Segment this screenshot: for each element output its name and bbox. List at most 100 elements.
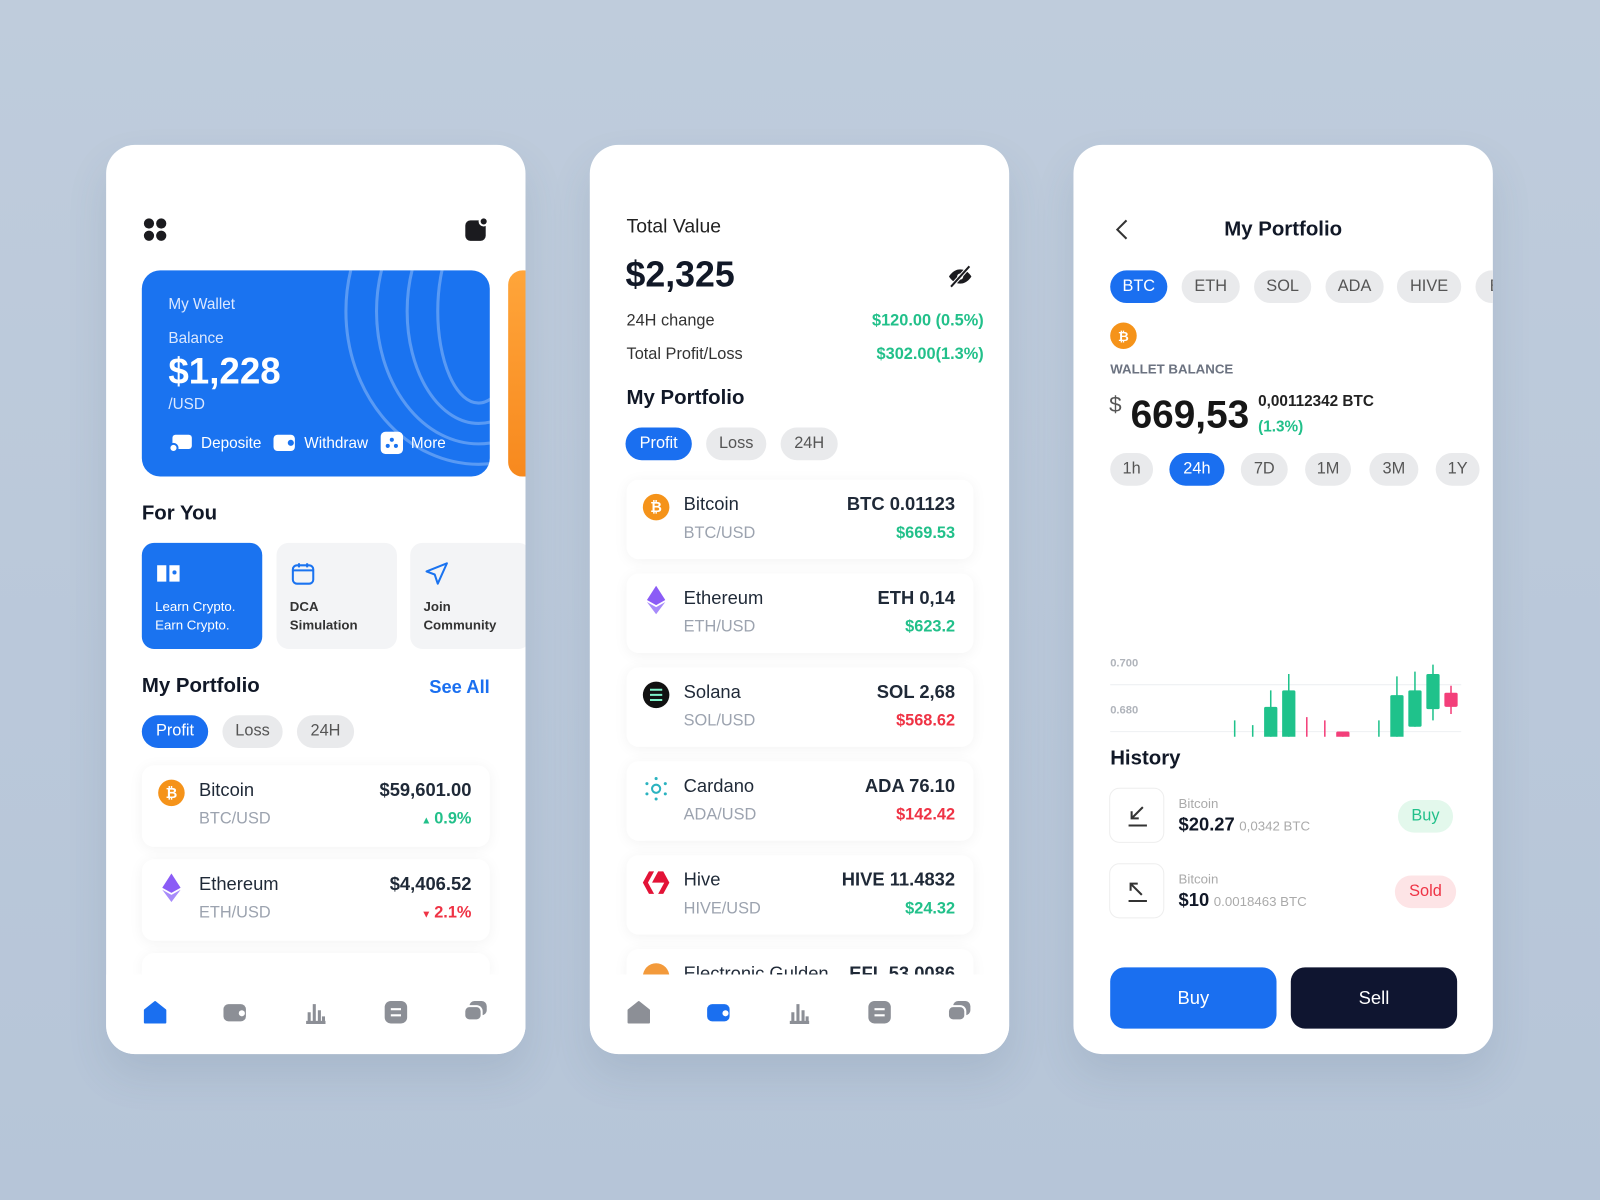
coin-tab-more[interactable]: E xyxy=(1475,270,1493,304)
coin-pair: SOL/USD xyxy=(683,712,756,730)
see-all-link[interactable]: See All xyxy=(429,677,490,698)
history-sold-icon-box xyxy=(1109,863,1165,919)
home-icon[interactable] xyxy=(627,1000,651,1024)
sell-button[interactable]: Sell xyxy=(1290,967,1458,1029)
coin-name: Solana xyxy=(683,681,741,703)
currency-label: /USD xyxy=(168,395,205,414)
chart-icon[interactable] xyxy=(787,1000,811,1024)
notification-icon[interactable] xyxy=(464,217,489,241)
wallet-icon[interactable] xyxy=(706,1000,730,1024)
coin-name: Ethereum xyxy=(198,873,279,894)
tile-join-community[interactable]: Join Community xyxy=(410,542,526,649)
tile-learn-crypto[interactable]: Learn Crypto. Earn Crypto. xyxy=(141,542,263,649)
coin-price: $4,406.52 xyxy=(389,873,472,894)
asset-row-hive[interactable]: Hive HIVE/USD HIVE 11.4832 $24.32 xyxy=(626,855,974,935)
filter-profit[interactable]: Profit xyxy=(141,715,209,748)
more-button[interactable]: More xyxy=(380,431,446,455)
bitcoin-icon: ₿ xyxy=(1110,322,1137,349)
detail-screen: My Portfolio BTC ETH SOL ADA HIVE E ₿ WA… xyxy=(1073,144,1493,1055)
candle-body xyxy=(1264,706,1278,737)
candle-body xyxy=(1426,673,1440,710)
hide-balance-icon[interactable] xyxy=(947,264,974,289)
calendar-icon xyxy=(291,563,315,585)
y-tick-label: 0.700 xyxy=(1110,657,1138,669)
y-tick-label: 0.680 xyxy=(1110,704,1138,716)
coin-name: Ethereum xyxy=(683,587,764,609)
list-icon[interactable] xyxy=(867,1000,891,1024)
portfolio-row-bitcoin[interactable]: ₿ Bitcoin BTC/USD $59,601.00 ▲ 0.9% xyxy=(141,765,490,847)
coin-price: $59,601.00 xyxy=(379,779,472,800)
deposit-button[interactable]: Deposite xyxy=(168,433,261,454)
asset-row-bitcoin[interactable]: ₿ Bitcoin BTC/USD BTC 0.01123 $669.53 xyxy=(626,479,974,560)
candle-body xyxy=(1336,731,1350,737)
tile-dca-simulation[interactable]: DCA Simulation xyxy=(276,542,397,649)
withdraw-button[interactable]: Withdraw xyxy=(273,434,368,452)
asset-row-ethereum[interactable]: Ethereum ETH/USD ETH 0,14 $623.2 xyxy=(626,573,974,654)
filter-24h[interactable]: 24H xyxy=(780,427,838,461)
sold-badge: Sold xyxy=(1394,875,1457,909)
buy-button[interactable]: Buy xyxy=(1110,967,1277,1029)
range-1y[interactable]: 1Y xyxy=(1435,453,1480,486)
coin-amount: SOL 2,68 xyxy=(876,681,956,703)
for-you-title: For You xyxy=(141,502,218,525)
wallet-card[interactable]: My Wallet Balance $1,228 /USD Deposite W… xyxy=(141,270,490,477)
candle-bullish xyxy=(1390,676,1404,737)
coin-value: $142.42 xyxy=(896,806,956,824)
menu-grid-icon[interactable] xyxy=(143,217,167,241)
portfolio-row-ethereum[interactable]: Ethereum ETH/USD $4,406.52 ▼ 2.1% xyxy=(141,859,490,941)
coin-tab-ada[interactable]: ADA xyxy=(1325,270,1384,304)
range-7d[interactable]: 7D xyxy=(1240,453,1288,486)
chat-icon[interactable] xyxy=(463,1000,487,1024)
asset-row-cardano[interactable]: Cardano ADA/USD ADA 76.10 $142.42 xyxy=(626,761,974,841)
coin-value: $623.2 xyxy=(905,618,956,636)
candle-bullish xyxy=(1282,673,1296,737)
currency-symbol: $ xyxy=(1109,391,1122,418)
filter-24h[interactable]: 24H xyxy=(296,715,355,748)
candle-bullish xyxy=(1264,690,1278,737)
more-icon xyxy=(380,431,403,455)
balance-label: Balance xyxy=(168,329,224,347)
next-card-peek[interactable] xyxy=(508,270,526,477)
wallet-actions: Deposite Withdraw More xyxy=(168,431,446,455)
coin-pair: ETH/USD xyxy=(198,904,271,922)
balance-change: (1.3%) xyxy=(1258,418,1304,436)
range-24h[interactable]: 24h xyxy=(1169,453,1225,486)
asset-row-solana[interactable]: Solana SOL/USD SOL 2,68 $568.62 xyxy=(626,667,974,747)
candle-body xyxy=(1390,695,1404,737)
home-icon[interactable] xyxy=(143,1000,167,1024)
coin-change: ▼ 2.1% xyxy=(421,904,471,922)
ethereum-icon xyxy=(646,585,666,615)
coin-name: Cardano xyxy=(683,775,755,796)
range-1h[interactable]: 1h xyxy=(1110,453,1154,486)
coin-tab-btc[interactable]: BTC xyxy=(1110,270,1168,304)
coin-name: Hive xyxy=(683,869,721,890)
range-1m[interactable]: 1M xyxy=(1305,453,1352,486)
filter-profit[interactable]: Profit xyxy=(625,427,692,461)
coin-tab-eth[interactable]: ETH xyxy=(1181,270,1240,304)
wallet-balance-label: WALLET BALANCE xyxy=(1110,361,1234,377)
send-icon xyxy=(425,562,448,585)
wallet-icon[interactable] xyxy=(222,1000,246,1024)
coin-tab-hive[interactable]: HIVE xyxy=(1396,270,1462,304)
candle-bearish xyxy=(1306,717,1308,737)
coin-change: ▲ 0.9% xyxy=(421,810,471,828)
list-icon[interactable] xyxy=(384,1000,408,1024)
filter-loss[interactable]: Loss xyxy=(222,715,283,748)
coin-tab-sol[interactable]: SOL xyxy=(1254,270,1312,304)
candle-bullish xyxy=(1378,720,1380,737)
tile-label: DCA Simulation xyxy=(289,598,358,633)
solana-icon xyxy=(642,681,670,709)
portfolio-title: My Portfolio xyxy=(141,674,260,697)
chat-icon[interactable] xyxy=(946,1000,971,1024)
tile-label: Learn Crypto. Earn Crypto. xyxy=(155,598,236,633)
coin-value: $568.62 xyxy=(896,712,956,730)
total-value: $2,325 xyxy=(625,255,735,295)
chart-icon[interactable] xyxy=(303,1000,327,1024)
portfolio-title: My Portfolio xyxy=(626,386,745,410)
filter-loss[interactable]: Loss xyxy=(706,427,767,461)
range-3m[interactable]: 3M xyxy=(1369,453,1419,486)
home-screen: My Wallet Balance $1,228 /USD Deposite W… xyxy=(106,144,526,1055)
coin-pair: ETH/USD xyxy=(683,618,756,636)
coin-value: $24.32 xyxy=(905,899,956,918)
candlestick-chart[interactable]: 0.7000.6800.6500.6000.580 xyxy=(1073,502,1492,737)
